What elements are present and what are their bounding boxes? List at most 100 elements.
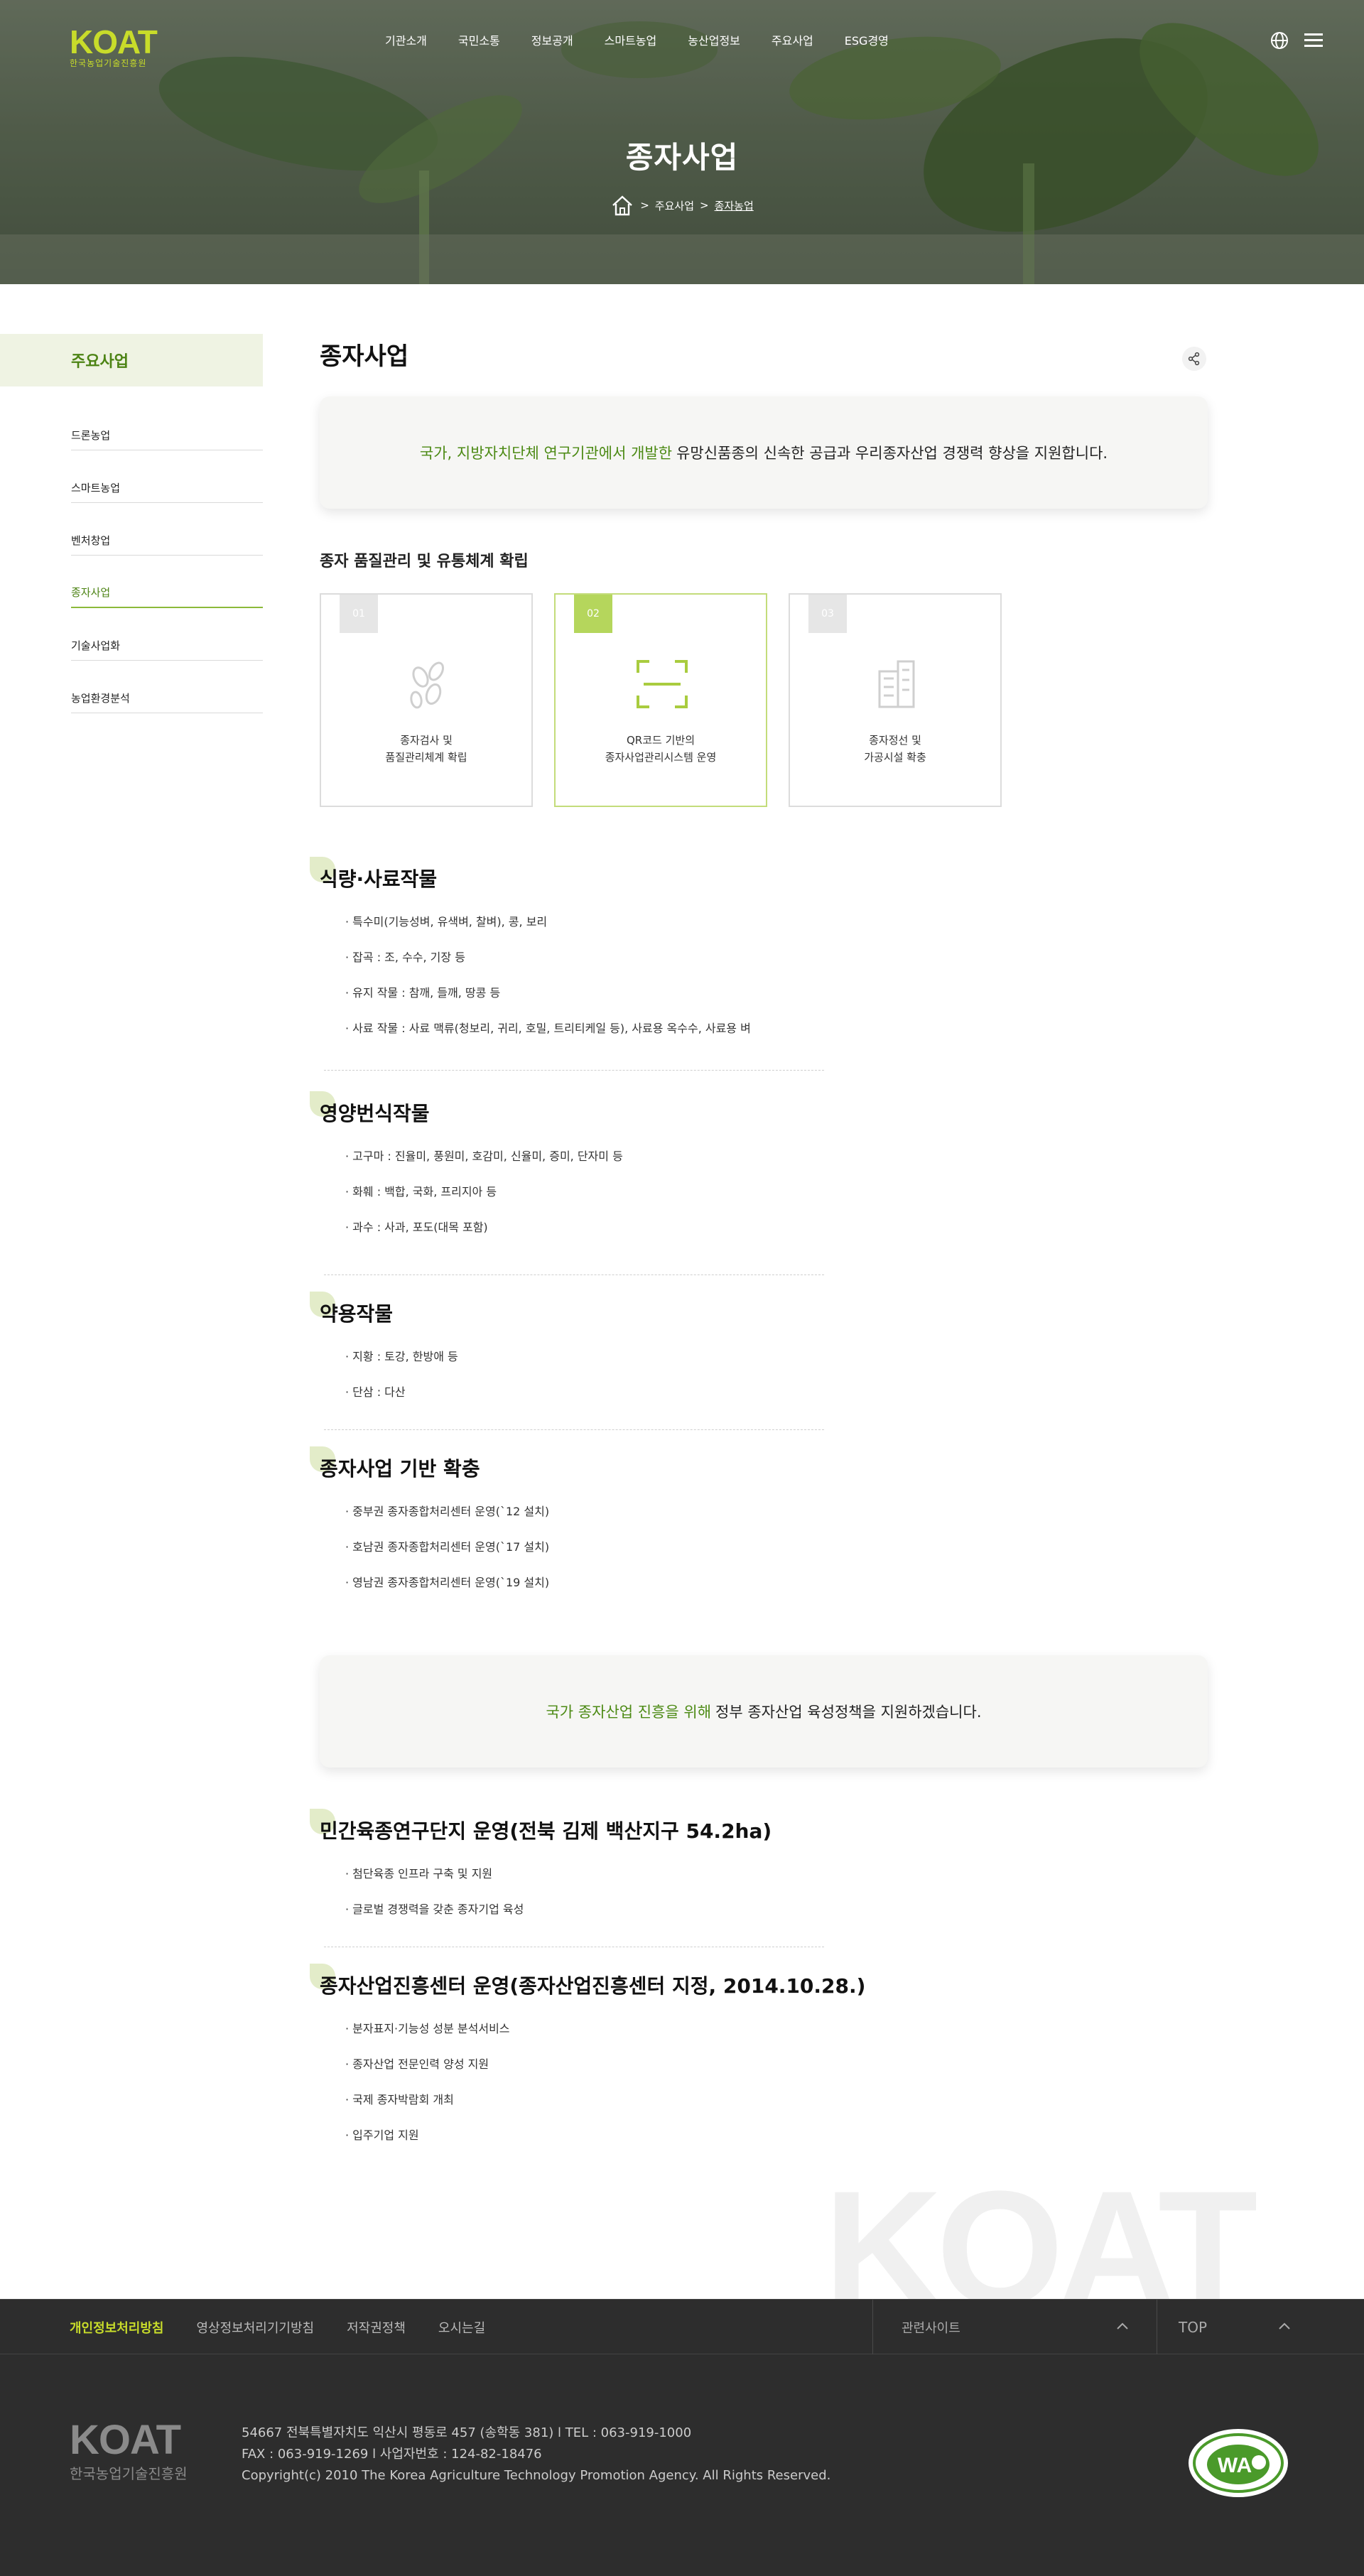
logo-mark: KOAT <box>70 23 158 60</box>
list-item: · 유지 작물 : 참깨, 들깨, 땅콩 등 <box>345 986 501 1000</box>
section-list: · 고구마 : 진율미, 풍원미, 호감미, 신율미, 증미, 단자미 등 · … <box>320 1147 623 1253</box>
breadcrumb-separator: > <box>640 199 649 212</box>
intro-highlight: 국가, 지방자치단체 연구기관에서 개발한 <box>419 445 673 462</box>
footer-link-directions[interactable]: 오시는길 <box>438 2318 485 2337</box>
intro-text: 유망신품종의 신속한 공급과 우리종자산업 경쟁력 향상을 지원합니다. <box>676 445 1108 462</box>
card-text: 종자검사 및 품질관리체계 확립 <box>321 732 531 766</box>
list-item: · 호남권 종자종합처리센터 운영(`17 설치) <box>345 1540 550 1554</box>
related-sites-select[interactable]: 관련사이트 <box>872 2300 1157 2355</box>
seeds-icon <box>410 661 444 709</box>
list-item: · 과수 : 사과, 포도(대목 포함) <box>345 1221 488 1234</box>
section-divider <box>324 1429 824 1430</box>
share-button[interactable] <box>1182 347 1206 371</box>
promo-highlight: 국가 종자산업 진흥을 위해 <box>546 1704 712 1721</box>
list-item: · 화훼 : 백합, 국화, 프리지아 등 <box>345 1185 497 1198</box>
nav-item-main-business[interactable]: 주요사업 <box>756 28 829 51</box>
list-item: · 지황 : 토강, 한방애 등 <box>345 1350 458 1363</box>
nav-item-disclosure[interactable]: 정보공개 <box>516 28 589 51</box>
breadcrumb: > 주요사업 > 종자농업 <box>0 193 1364 217</box>
main-nav: 기관소개 국민소통 정보공개 스마트농업 농산업정보 주요사업 ESG경영 <box>369 28 904 51</box>
sidebar-item-environment-analysis[interactable]: 농업환경분석 <box>71 661 263 713</box>
wa-badge-text: WA <box>1218 2454 1252 2477</box>
sidebar-item-venture[interactable]: 벤처창업 <box>71 503 263 556</box>
section-title: 식량·사료작물 <box>320 867 438 891</box>
nav-item-communication[interactable]: 국민소통 <box>443 28 516 51</box>
globe-icon[interactable] <box>1269 30 1290 51</box>
quality-heading: 종자 품질관리 및 유통체계 확립 <box>320 553 529 570</box>
building-icon <box>878 660 915 708</box>
related-sites-label: 관련사이트 <box>902 2321 960 2336</box>
footer-link-cctv-policy[interactable]: 영상정보처리기기방침 <box>196 2318 314 2337</box>
list-item: · 첨단육종 인프라 구축 및 지원 <box>345 1867 493 1880</box>
card-number: 03 <box>808 595 847 633</box>
list-item: · 글로벌 경쟁력을 갖춘 종자기업 육성 <box>345 1903 524 1916</box>
footer-link-privacy[interactable]: 개인정보처리방침 <box>70 2318 163 2337</box>
list-item: · 잡곡 : 조, 수수, 기장 등 <box>345 951 465 964</box>
card-number: 02 <box>574 595 612 633</box>
list-item: · 고구마 : 진율미, 풍원미, 호감미, 신율미, 증미, 단자미 등 <box>345 1149 623 1163</box>
list-item: · 사료 작물 : 사료 맥류(청보리, 귀리, 호밀, 트리티케일 등), 사… <box>345 1022 751 1035</box>
footer-info: 54667 전북특별자치도 익산시 평동로 457 (송학동 381) l TE… <box>242 2423 830 2486</box>
nav-item-about[interactable]: 기관소개 <box>369 28 443 51</box>
sidebar-item-commercialization[interactable]: 기술사업화 <box>71 608 263 661</box>
share-icon <box>1188 352 1200 366</box>
list-item: · 국제 종자박람회 개최 <box>345 2093 454 2106</box>
nav-item-agri-info[interactable]: 농산업정보 <box>672 28 756 51</box>
section-title: 영양번식작물 <box>320 1102 430 1125</box>
hero-banner: KOAT 한국농업기술진흥원 기관소개 국민소통 정보공개 스마트농업 농산업정… <box>0 0 1364 284</box>
list-item: · 단삼 : 다산 <box>345 1385 406 1399</box>
nav-item-esg[interactable]: ESG경영 <box>829 28 904 51</box>
list-item: · 영남권 종자종합처리센터 운영(`19 설치) <box>345 1576 550 1589</box>
section-list: · 분자표지·기능성 성분 분석서비스 · 종자산업 전문인력 양성 지원 · … <box>320 2019 865 2161</box>
page: KOAT 한국농업기술진흥원 기관소개 국민소통 정보공개 스마트농업 농산업정… <box>0 0 1364 2576</box>
sidebar-item-smart-farming[interactable]: 스마트농업 <box>71 450 263 503</box>
nav-item-smart-farming[interactable]: 스마트농업 <box>589 28 673 51</box>
section-divider <box>324 1070 824 1071</box>
list-item: · 입주기업 지원 <box>345 2128 419 2142</box>
sidebar-item-drone[interactable]: 드론농업 <box>71 398 263 450</box>
section-title: 종자산업진흥센터 운영(종자산업진흥센터 지정, 2014.10.28.) <box>320 1974 866 1998</box>
chevron-up-icon <box>1117 2322 1128 2329</box>
section-list: · 첨단육종 인프라 구축 및 지원 · 글로벌 경쟁력을 갖춘 종자기업 육성 <box>320 1864 772 1935</box>
site-logo[interactable]: KOAT 한국농업기술진흥원 <box>70 23 169 68</box>
card-number: 01 <box>340 595 378 633</box>
card-text: 종자정선 및 가공시설 확충 <box>790 732 1000 766</box>
feature-card: 03 종자정선 및 가공시설 확충 <box>789 593 1002 807</box>
sidebar-menu: 드론농업 스마트농업 벤처창업 종자사업 기술사업화 농업환경분석 <box>71 398 263 713</box>
wa-accessibility-badge: WA <box>1189 2429 1288 2497</box>
menu-icon[interactable] <box>1303 30 1324 51</box>
section-list: · 특수미(기능성벼, 유색벼, 찰벼), 콩, 보리 · 잡곡 : 조, 수수… <box>320 912 751 1054</box>
section-title: 종자사업 기반 확충 <box>320 1457 480 1481</box>
sidebar-item-seed[interactable]: 종자사업 <box>71 556 263 608</box>
promo-box: 국가 종자산업 진흥을 위해 정부 종자산업 육성정책을 지원하겠습니다. <box>320 1655 1208 1768</box>
footer-links: 개인정보처리방침 영상정보처리기기방침 저작권정책 오시는길 <box>70 2300 485 2355</box>
intro-box: 국가, 지방자치단체 연구기관에서 개발한 유망신품종의 신속한 공급과 우리종… <box>320 396 1208 509</box>
section-food-feed-crops: 식량·사료작물 · 특수미(기능성벼, 유색벼, 찰벼), 콩, 보리 · 잡곡… <box>310 857 751 1054</box>
card-line: 종자검사 및 <box>400 734 453 747</box>
section-seed-industry-center: 종자산업진흥센터 운영(종자산업진흥센터 지정, 2014.10.28.) · … <box>310 1964 866 2161</box>
feature-card: 01 종자검사 및 품질관리체계 확립 <box>320 593 533 807</box>
card-line: 품질관리체계 확립 <box>385 751 467 764</box>
footer-fax: FAX : 063-919-1269 l 사업자번호 : 124-82-1847… <box>242 2447 542 2462</box>
top-button[interactable]: TOP <box>1157 2300 1364 2355</box>
card-text: QR코드 기반의 종자사업관리시스템 운영 <box>556 732 766 766</box>
footer-bar: 개인정보처리방침 영상정보처리기기방침 저작권정책 오시는길 관련사이트 TOP <box>0 2299 1364 2355</box>
section-title: 약용작물 <box>320 1302 394 1326</box>
page-title: 종자사업 <box>320 342 409 371</box>
header-utilities <box>1269 30 1324 51</box>
card-line: 가공시설 확충 <box>864 751 926 764</box>
footer-logo: KOAT 한국농업기술진흥원 <box>70 2420 188 2483</box>
section-breeding-complex: 민간육종연구단지 운영(전북 김제 백산지구 54.2ha) · 첨단육종 인프… <box>310 1809 772 1935</box>
qr-scan-icon <box>637 660 688 708</box>
footer-link-copyright[interactable]: 저작권정책 <box>347 2318 406 2337</box>
promo-text: 정부 종자산업 육성정책을 지원하겠습니다. <box>715 1704 982 1721</box>
footer-logo-mark: KOAT <box>70 2417 181 2463</box>
card-line: 종자사업관리시스템 운영 <box>605 751 717 764</box>
card-line: QR코드 기반의 <box>627 734 695 747</box>
home-icon[interactable] <box>610 193 634 217</box>
list-item: · 특수미(기능성벼, 유색벼, 찰벼), 콩, 보리 <box>345 915 548 929</box>
section-vegetative-crops: 영양번식작물 · 고구마 : 진율미, 풍원미, 호감미, 신율미, 증미, 단… <box>310 1091 623 1253</box>
list-item: · 종자산업 전문인력 양성 지원 <box>345 2057 489 2071</box>
breadcrumb-current[interactable]: 종자농업 <box>715 198 754 213</box>
breadcrumb-item[interactable]: 주요사업 <box>655 198 694 213</box>
